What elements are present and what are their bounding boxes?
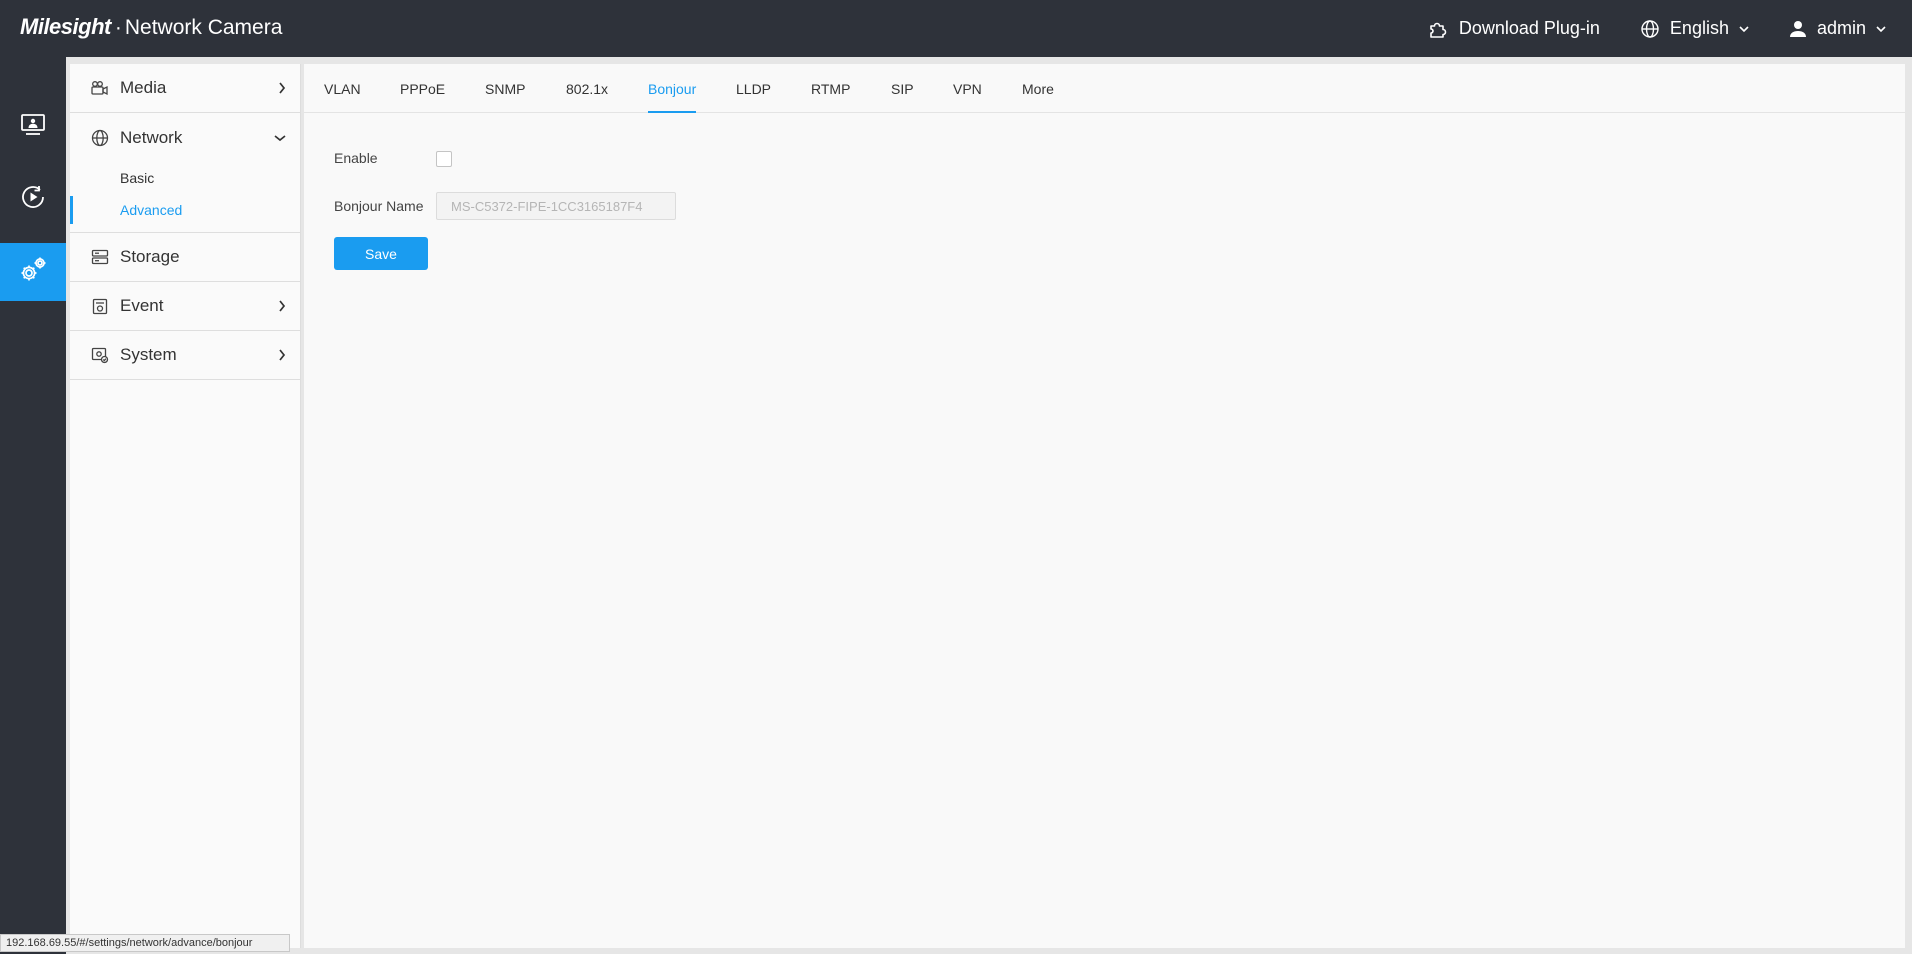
storage-icon [90, 247, 110, 267]
settings-button[interactable] [0, 243, 66, 301]
top-bar: Milesight · Network Camera Download Plug-i… [0, 0, 1912, 57]
status-url: 192.168.69.55/#/settings/network/advance… [0, 934, 290, 952]
tab-pppoe[interactable]: PPPoE [400, 64, 445, 113]
chevron-right-icon [278, 82, 286, 94]
download-plugin-label: Download Plug-in [1458, 18, 1600, 38]
user-dropdown[interactable]: admin [1789, 18, 1886, 39]
event-icon [90, 296, 110, 316]
chevron-right-icon [278, 349, 286, 361]
camera-icon [90, 78, 110, 98]
sidebar-item-label: Network [120, 127, 183, 147]
playback-button[interactable] [0, 170, 66, 228]
tab-bar: VLAN PPPoE SNMP 802.1x Bonjour LLDP RTMP… [304, 64, 1905, 113]
chevron-down-icon [1876, 25, 1886, 33]
brand-logo: Milesight [20, 14, 111, 39]
bonjour-name-input[interactable] [436, 192, 676, 220]
tab-vpn[interactable]: VPN [953, 64, 982, 113]
tab-lldp[interactable]: LLDP [736, 64, 771, 113]
brand: Milesight · Network Camera [20, 14, 282, 40]
enable-label: Enable [334, 150, 378, 166]
sidebar-item-label: Storage [120, 247, 180, 266]
monitor-icon [20, 113, 46, 142]
sidebar-item-event[interactable]: Event [70, 282, 300, 331]
sidebar-item-media[interactable]: Media [70, 64, 300, 113]
system-icon [90, 345, 110, 365]
puzzle-icon [1427, 18, 1449, 40]
language-dropdown[interactable]: English [1640, 18, 1749, 39]
tab-sip[interactable]: SIP [891, 64, 914, 113]
tab-snmp[interactable]: SNMP [485, 64, 525, 113]
gear-icon [17, 254, 49, 291]
tab-bonjour[interactable]: Bonjour [648, 64, 697, 113]
brand-separator: · [114, 16, 122, 39]
sidebar-item-label: Media [120, 78, 167, 97]
language-label: English [1669, 18, 1729, 38]
sidebar-item-label: System [120, 345, 177, 364]
chevron-down-icon [1739, 25, 1749, 33]
globe-icon [90, 128, 110, 148]
save-button[interactable]: Save [334, 237, 428, 270]
icon-rail [0, 57, 66, 954]
tab-vlan[interactable]: VLAN [324, 64, 361, 113]
bonjour-name-label: Bonjour Name [334, 198, 424, 214]
live-view-button[interactable] [0, 98, 66, 156]
user-icon [1789, 20, 1807, 38]
user-label: admin [1816, 18, 1866, 38]
globe-icon [1640, 19, 1660, 39]
tab-rtmp[interactable]: RTMP [811, 64, 850, 113]
side-menu: Media Network Basic Advanced Storage Eve… [70, 64, 301, 948]
play-circle-icon [19, 183, 47, 216]
sidebar-item-network[interactable]: Network [70, 113, 300, 162]
sidebar-item-advanced[interactable]: Advanced [70, 194, 300, 226]
brand-title: Network Camera [124, 16, 283, 39]
sidebar-item-system[interactable]: System [70, 331, 300, 380]
chevron-right-icon [278, 300, 286, 312]
sidebar-item-storage[interactable]: Storage [70, 233, 300, 282]
sidebar-item-basic[interactable]: Basic [70, 162, 300, 194]
chevron-down-icon [274, 134, 286, 142]
tab-8021x[interactable]: 802.1x [566, 64, 608, 113]
network-submenu: Basic Advanced [70, 162, 300, 233]
tab-more[interactable]: More [1022, 64, 1054, 113]
download-plugin-button[interactable]: Download Plug-in [1427, 18, 1600, 40]
main-content: VLAN PPPoE SNMP 802.1x Bonjour LLDP RTMP… [304, 64, 1905, 948]
sidebar-item-label: Event [120, 296, 164, 315]
enable-checkbox[interactable] [436, 151, 452, 167]
